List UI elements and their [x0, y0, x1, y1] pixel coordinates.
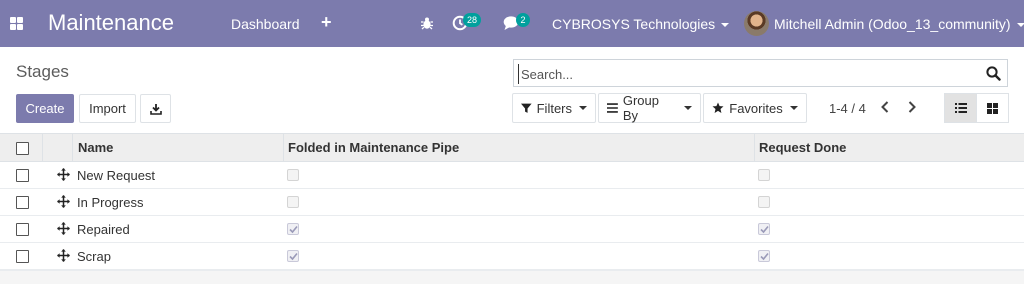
chevron-down-icon: [579, 106, 587, 110]
checkmark-icon: [289, 252, 298, 261]
row-select-checkbox[interactable]: [16, 169, 29, 182]
table-row[interactable]: Repaired: [0, 216, 1024, 243]
stages-table: Name Folded in Maintenance Pipe Request …: [0, 133, 1024, 284]
bug-icon[interactable]: [420, 16, 434, 30]
stage-name: New Request: [77, 168, 156, 183]
grid-icon: [987, 102, 998, 114]
chevron-down-icon: [721, 23, 730, 28]
folded-checkbox: [287, 196, 299, 208]
star-icon: [712, 102, 724, 113]
apps-grid-icon[interactable]: [10, 17, 23, 30]
chevron-down-icon: [789, 106, 798, 110]
select-all-checkbox[interactable]: [16, 142, 29, 155]
company-name: CYBROSYS Technologies: [552, 16, 716, 32]
column-divider: [72, 134, 73, 162]
drag-handle-icon[interactable]: [57, 195, 70, 208]
stage-name: Scrap: [77, 249, 111, 264]
import-button[interactable]: Import: [79, 94, 136, 123]
column-divider: [283, 134, 284, 162]
checkmark-icon: [760, 225, 769, 234]
table-footer: [0, 270, 1024, 284]
request-done-checkbox: [758, 196, 770, 208]
checkmark-icon: [760, 252, 769, 261]
list-icon: [954, 103, 967, 113]
chevron-right-icon[interactable]: [904, 99, 920, 115]
checkmark-icon: [289, 225, 298, 234]
drag-handle-icon[interactable]: [57, 249, 70, 262]
stage-name: In Progress: [77, 195, 144, 210]
stage-name: Repaired: [77, 222, 130, 237]
column-header-name[interactable]: Name: [78, 134, 113, 162]
search-input[interactable]: [518, 64, 978, 84]
row-select-checkbox[interactable]: [16, 223, 29, 236]
request-done-checkbox: [758, 223, 770, 235]
chevron-down-icon: [684, 106, 692, 110]
pager-value[interactable]: 1-4 / 4: [829, 101, 866, 116]
column-divider: [754, 134, 755, 162]
user-name: Mitchell Admin (Odoo_13_community): [774, 16, 1011, 32]
funnel-icon: [521, 103, 532, 113]
search-bar: [513, 59, 1008, 87]
top-navbar: Maintenance Dashboard + 28 2 CYBROSYS Te…: [0, 0, 1024, 47]
menu-add[interactable]: +: [321, 12, 332, 33]
row-select-checkbox[interactable]: [16, 196, 29, 209]
avatar[interactable]: [744, 11, 769, 36]
request-done-checkbox: [758, 250, 770, 262]
folded-checkbox: [287, 169, 299, 181]
activity-count-badge: 28: [463, 13, 482, 27]
table-row[interactable]: In Progress: [0, 189, 1024, 216]
menu-dashboard[interactable]: Dashboard: [231, 16, 300, 32]
table-row[interactable]: Scrap: [0, 243, 1024, 270]
download-button[interactable]: [140, 94, 171, 123]
column-divider: [42, 134, 43, 162]
company-switcher[interactable]: CYBROSYS Technologies: [552, 16, 730, 32]
groupby-button[interactable]: Group By: [598, 93, 701, 123]
chevron-left-icon[interactable]: [877, 99, 893, 115]
user-menu[interactable]: Mitchell Admin (Odoo_13_community): [774, 16, 1024, 32]
groupby-label: Group By: [622, 93, 659, 123]
column-header-request-done[interactable]: Request Done: [759, 134, 846, 162]
drag-handle-icon[interactable]: [57, 222, 70, 235]
folded-checkbox: [287, 250, 299, 262]
filters-label: Filters: [536, 100, 572, 116]
favorites-button[interactable]: Favorites: [703, 93, 807, 123]
kanban-view-button[interactable]: [976, 93, 1009, 123]
create-button[interactable]: Create: [16, 94, 74, 123]
chat-count-badge: 2: [516, 13, 530, 27]
column-header-folded[interactable]: Folded in Maintenance Pipe: [288, 134, 459, 162]
search-icon[interactable]: [986, 66, 1001, 81]
download-icon: [149, 103, 162, 115]
table-row[interactable]: New Request: [0, 162, 1024, 189]
row-select-checkbox[interactable]: [16, 250, 29, 263]
folded-checkbox: [287, 223, 299, 235]
request-done-checkbox: [758, 169, 770, 181]
chevron-down-icon: [1016, 23, 1024, 28]
breadcrumb: Stages: [16, 62, 69, 81]
table-header: Name Folded in Maintenance Pipe Request …: [0, 133, 1024, 162]
drag-handle-icon[interactable]: [57, 168, 70, 181]
bars-icon: [607, 103, 618, 113]
favorites-label: Favorites: [729, 100, 783, 116]
filters-button[interactable]: Filters: [512, 93, 596, 123]
app-title[interactable]: Maintenance: [48, 10, 174, 36]
list-view-button[interactable]: [944, 93, 977, 123]
